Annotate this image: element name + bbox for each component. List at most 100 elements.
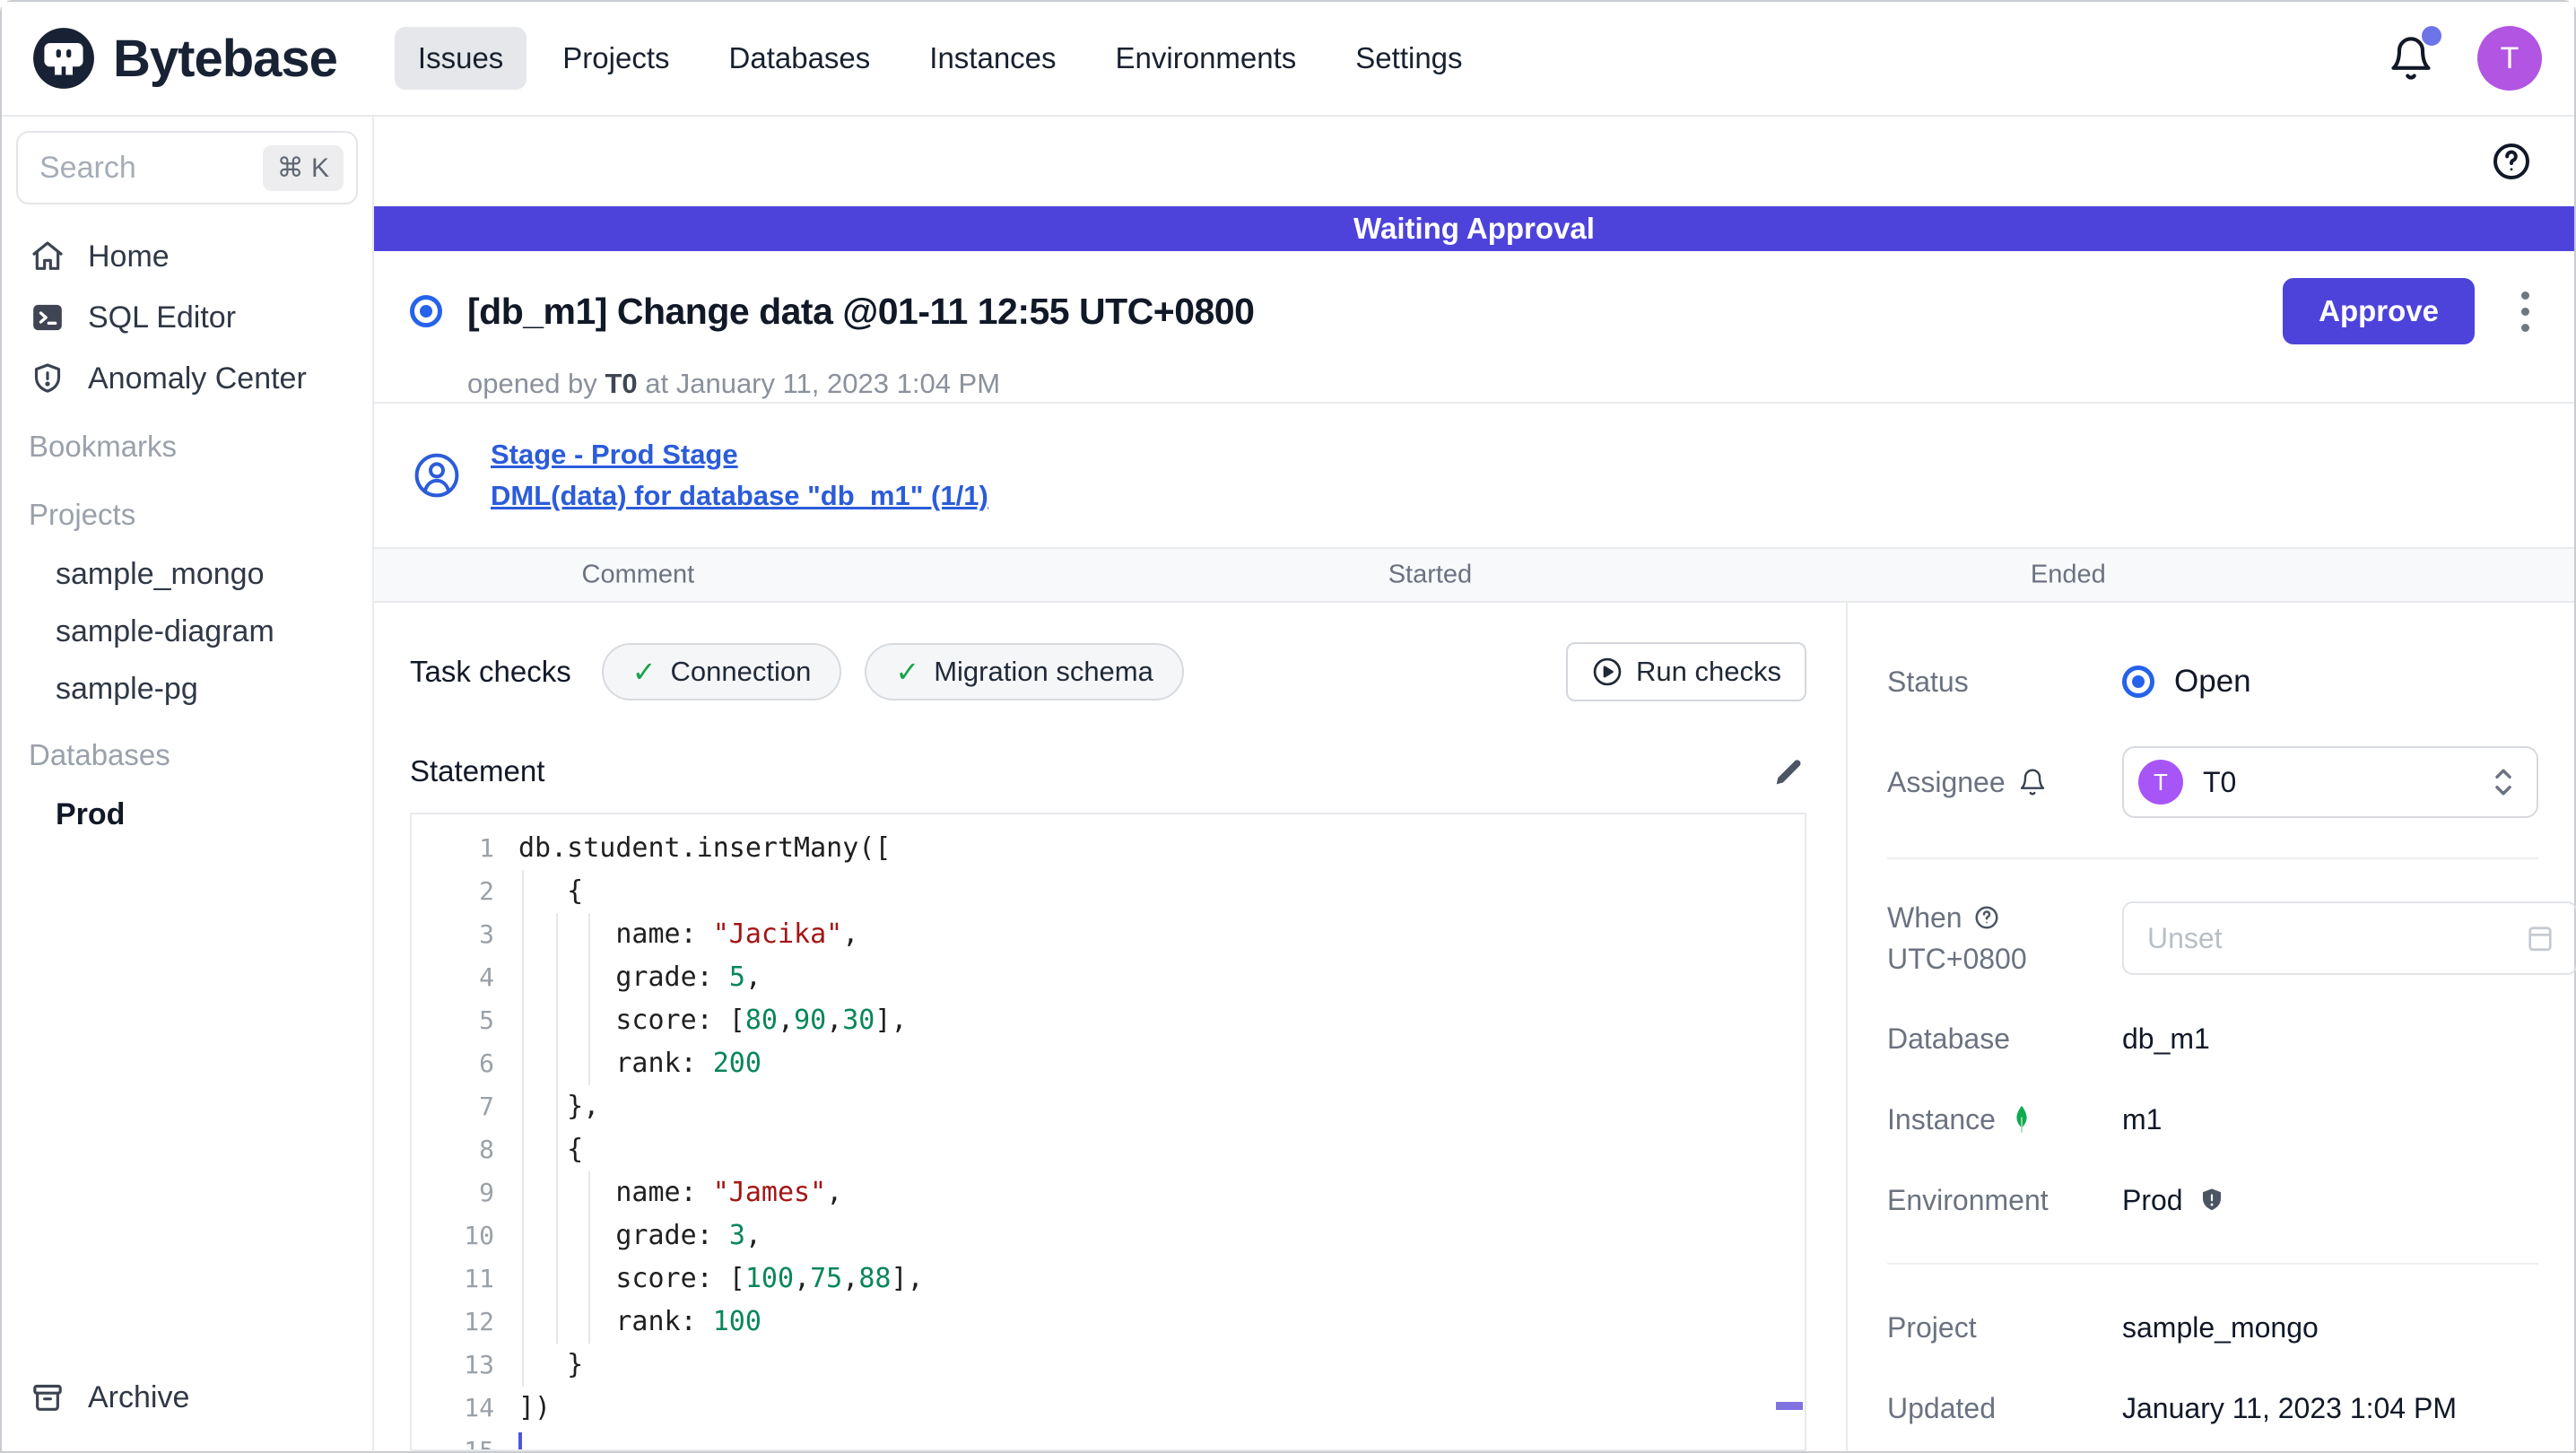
opened-at-text: at January 11, 2023 1:04 PM <box>645 368 1001 399</box>
code-line-4: grade: 5, <box>518 961 761 993</box>
search-input[interactable] <box>39 150 263 186</box>
sidebar-item-prod-database[interactable]: Prod <box>16 786 358 843</box>
sidebar-bottom: Archive <box>16 1367 358 1428</box>
run-checks-label: Run checks <box>1636 656 1781 687</box>
notification-bell-button[interactable] <box>2388 26 2441 82</box>
check-pill-connection[interactable]: ✓ Connection <box>601 643 842 700</box>
nav-tab-instances[interactable]: Instances <box>906 27 1079 90</box>
line-number: 5 <box>479 1005 494 1035</box>
run-checks-button[interactable]: Run checks <box>1566 642 1806 701</box>
issue-header: [db_m1] Change data @01-11 12:55 UTC+080… <box>374 251 2574 404</box>
edit-pencil-icon[interactable] <box>1771 753 1806 789</box>
when-label: When <box>1887 901 1962 934</box>
issue-title: [db_m1] Change data @01-11 12:55 UTC+080… <box>467 290 1255 332</box>
environment-value[interactable]: Prod <box>2122 1184 2183 1217</box>
indent-guide <box>588 913 590 1085</box>
nav-tab-issues[interactable]: Issues <box>394 27 527 90</box>
when-date-picker[interactable] <box>2122 901 2576 975</box>
search-box[interactable]: ⌘ K <box>16 131 358 204</box>
shield-alert-icon <box>29 360 66 397</box>
top-navbar: Bytebase Issues Projects Databases Instance… <box>2 2 2574 117</box>
bytebase-app: { "brand": { "name": "Bytebase" }, "nav"… <box>0 0 2576 1453</box>
project-row: Project sample_mongo <box>1887 1306 2538 1349</box>
sidebar-section-projects: Projects <box>29 498 136 531</box>
kebab-menu-icon[interactable] <box>2509 283 2542 341</box>
updated-value: January 11, 2023 1:04 PM <box>2122 1391 2457 1424</box>
project-label: Project <box>1887 1310 1977 1344</box>
sidebar-section-bookmarks: Bookmarks <box>29 430 178 463</box>
line-number: 15 <box>464 1436 494 1451</box>
assignee-bell-icon <box>2020 769 2044 796</box>
sidebar-item-sql-editor[interactable]: SQL Editor <box>16 287 358 348</box>
issue-subtitle: opened by T0 at January 11, 2023 1:04 PM <box>467 368 2542 400</box>
code-line-12: rank: 100 <box>518 1306 761 1337</box>
sidebar-item-label: Anomaly Center <box>88 361 307 396</box>
panel-divider <box>1887 1263 2538 1265</box>
updated-row: Updated January 11, 2023 1:04 PM <box>1887 1387 2538 1430</box>
environment-label: Environment <box>1887 1183 2049 1216</box>
instance-row: Instance m1 <box>1887 1098 2538 1141</box>
line-number: 11 <box>464 1264 494 1293</box>
statement-label: Statement <box>410 754 545 787</box>
line-number: 14 <box>464 1393 494 1423</box>
line-number: 3 <box>479 919 494 949</box>
sidebar-item-label: SQL Editor <box>88 300 237 335</box>
line-number: 1 <box>479 833 494 863</box>
editor-cursor <box>518 1432 522 1449</box>
code-line-6: rank: 200 <box>518 1048 761 1079</box>
code-line-10: grade: 3, <box>518 1220 761 1251</box>
sidebar-item-archive[interactable]: Archive <box>16 1367 358 1428</box>
issue-author: T0 <box>605 368 638 399</box>
updated-label: Updated <box>1887 1391 1996 1424</box>
project-value[interactable]: sample_mongo <box>2122 1311 2319 1344</box>
when-row: When UTC+0800 <box>1887 897 2576 979</box>
stage-person-icon <box>412 450 462 500</box>
status-row: Status Open <box>1887 649 2538 714</box>
when-input[interactable] <box>2147 921 2524 955</box>
line-number: 9 <box>479 1178 494 1207</box>
line-number: 6 <box>479 1048 494 1078</box>
sidebar-project-sample-diagram[interactable]: sample-diagram <box>16 603 358 660</box>
archive-icon <box>29 1379 66 1416</box>
code-line-2: { <box>518 875 584 907</box>
code-line-1: db.student.insertMany([ <box>518 832 892 864</box>
status-value: Open <box>2174 664 2251 699</box>
instance-label: Instance <box>1887 1102 1996 1135</box>
waiting-approval-banner: Waiting Approval <box>374 206 2574 251</box>
approve-button[interactable]: Approve <box>2283 278 2475 344</box>
sidebar-menu: Home SQL Editor Anomaly Center Bookmarks… <box>16 226 358 843</box>
issue-meta-panel: Status Open Assignee T T0 When UTC+0800 … <box>1846 603 2576 1451</box>
check-pill-migration-schema[interactable]: ✓ Migration schema <box>865 643 1184 700</box>
assignee-select[interactable]: T T0 <box>2122 746 2538 818</box>
table-header-comment: Comment <box>581 560 695 589</box>
assignee-label: Assignee <box>1887 765 2006 798</box>
statement-code-editor[interactable]: 1 2 3 4 5 6 7 8 9 10 11 12 13 14 15 db.student.insertM… <box>410 813 1806 1451</box>
assignee-value: T0 <box>2203 765 2237 798</box>
sidebar-project-sample_mongo[interactable]: sample_mongo <box>16 545 358 603</box>
opened-by-text: opened by <box>467 368 597 399</box>
sidebar-project-sample-pg[interactable]: sample-pg <box>16 660 358 718</box>
stage-link[interactable]: Stage - Prod Stage <box>491 439 988 471</box>
check-pills: ✓ Connection ✓ Migration schema <box>601 643 1207 700</box>
code-line-5: score: [80,90,30], <box>518 1005 908 1036</box>
nav-tab-databases[interactable]: Databases <box>706 27 894 90</box>
sidebar-item-home[interactable]: Home <box>16 226 358 287</box>
task-link[interactable]: DML(data) for database "db_m1" (1/1) <box>491 480 988 512</box>
nav-tab-environments[interactable]: Environments <box>1092 27 1320 90</box>
play-circle-icon <box>1593 657 1622 686</box>
instance-value[interactable]: m1 <box>2122 1103 2162 1136</box>
sidebar-item-anomaly-center[interactable]: Anomaly Center <box>16 348 358 409</box>
check-pill-label: Connection <box>670 656 812 687</box>
line-number: 2 <box>479 876 494 906</box>
user-avatar[interactable]: T <box>2477 26 2542 91</box>
calendar-icon <box>2528 927 2552 952</box>
nav-tab-projects[interactable]: Projects <box>539 27 692 90</box>
table-header-started: Started <box>1388 560 1473 589</box>
help-button[interactable] <box>2490 140 2533 183</box>
environment-row: Environment Prod <box>1887 1179 2538 1222</box>
brand-logo[interactable]: Bytebase <box>30 25 338 91</box>
nav-tab-settings[interactable]: Settings <box>1332 27 1485 90</box>
database-value[interactable]: db_m1 <box>2122 1022 2210 1056</box>
sidebar-project-list: sample_mongo sample-diagram sample-pg <box>16 545 358 718</box>
